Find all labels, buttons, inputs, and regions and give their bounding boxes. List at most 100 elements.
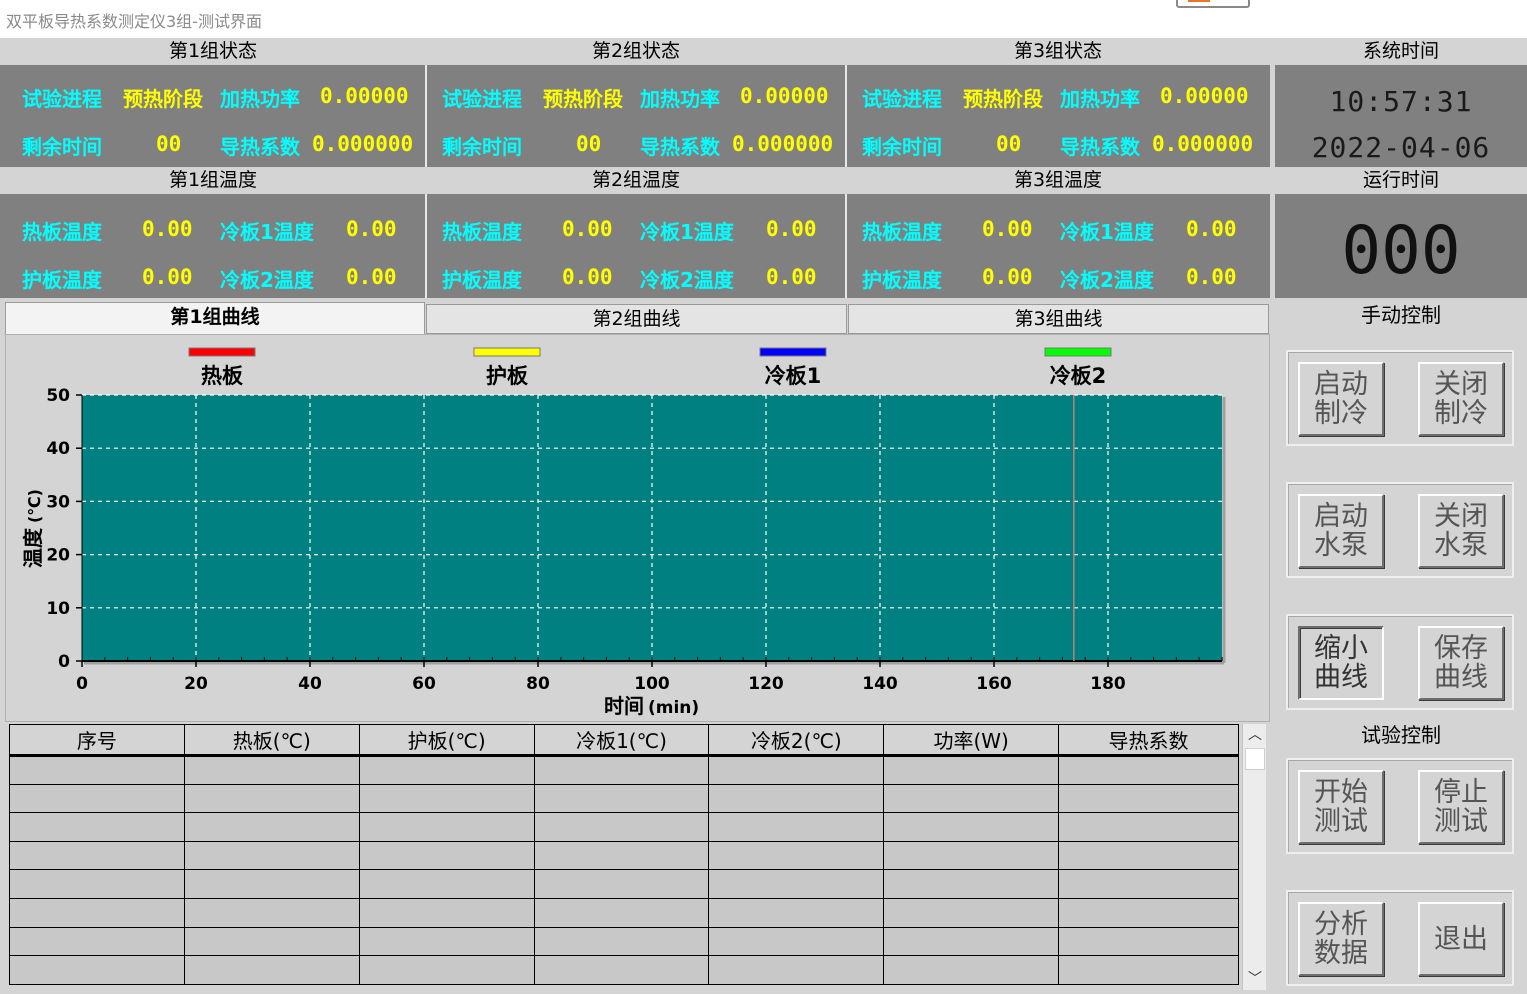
window-control-icon[interactable] [1176, 0, 1250, 8]
table-cell [533, 869, 710, 899]
table-row[interactable] [9, 812, 1239, 842]
column-header: 护板(℃) [358, 724, 535, 757]
table-cell [9, 840, 185, 871]
table-cell [183, 869, 360, 899]
table-cell [183, 897, 360, 928]
scroll-up-icon[interactable]: ︿ [1243, 724, 1267, 746]
test-control-header: 试验控制 [1361, 723, 1441, 747]
column-header: 冷板1(℃) [533, 724, 710, 757]
analyze-data-button[interactable]: 分析数据 [1298, 902, 1384, 976]
group1-status-header: 第1组状态 [0, 38, 426, 65]
x-tick-label: 180 [1090, 674, 1126, 694]
table-cell [708, 869, 885, 899]
start-cooling-button[interactable]: 启动制冷 [1298, 362, 1384, 436]
group3-temp-header: 第3组温度 [846, 167, 1270, 194]
table-cell [708, 955, 885, 985]
column-header: 导热系数 [1058, 724, 1239, 757]
tab-group1-curve[interactable]: 第1组曲线 [5, 302, 425, 334]
table-cell [183, 812, 360, 842]
chart-container: 0 10 20 30 40 50 0 20 40 60 80 100 120 140 160 180 时间 (mi… [5, 334, 1270, 722]
table-cell [9, 926, 185, 957]
g1-power-label: 加热功率 [220, 87, 300, 111]
table-cell [9, 783, 185, 814]
table-cell [708, 926, 885, 957]
table-row[interactable] [9, 926, 1239, 957]
g1-cold1-value: 0.00 [346, 217, 397, 241]
table-cell [358, 783, 535, 814]
run-time-value: 000 [1341, 212, 1461, 289]
g1-cold2-value: 0.00 [346, 265, 397, 289]
table-cell [1058, 840, 1239, 871]
table-row[interactable] [9, 897, 1239, 928]
table-cell [1058, 783, 1239, 814]
table-row[interactable] [9, 955, 1239, 985]
start-pump-button[interactable]: 启动水泵 [1298, 494, 1384, 568]
legend-swatch-3 [759, 347, 827, 357]
tab-group2-curve[interactable]: 第2组曲线 [426, 304, 847, 334]
g1-remaining-value: 00 [156, 132, 182, 156]
group2-status-header: 第2组状态 [426, 38, 846, 65]
pump-control-group: 启动水泵 关闭水泵 [1286, 482, 1514, 578]
y-tick-label: 40 [46, 439, 70, 459]
table-cell [358, 926, 535, 957]
table-cell [358, 812, 535, 842]
x-tick-label: 20 [184, 674, 208, 694]
g3-hot-value: 0.00 [982, 217, 1033, 241]
table-cell [9, 755, 185, 785]
stop-pump-button[interactable]: 关闭水泵 [1418, 494, 1504, 568]
g1-hot-label: 热板温度 [22, 220, 102, 244]
g1-guard-label: 护板温度 [22, 268, 102, 292]
column-header: 冷板2(℃) [708, 724, 885, 757]
g2-remaining-value: 00 [576, 132, 602, 156]
y-tick-label: 0 [58, 652, 70, 672]
save-curve-button[interactable]: 保存曲线 [1418, 626, 1504, 700]
x-axis-unit: (min) [648, 698, 699, 718]
misc-control-group: 分析数据 退出 [1286, 890, 1514, 986]
g2-hot-value: 0.00 [562, 217, 613, 241]
column-header: 序号 [9, 724, 185, 757]
status-panel: 试验进程 预热阶段 加热功率 0.00000 剩余时间 00 导热系数 0.00… [0, 65, 1270, 171]
g3-guard-value: 0.00 [982, 265, 1033, 289]
table-cell [883, 840, 1060, 871]
start-test-button[interactable]: 开始测试 [1298, 770, 1384, 844]
table-scrollbar[interactable]: ︿ ﹀ [1242, 724, 1266, 990]
table-cell [358, 755, 535, 785]
table-cell [9, 897, 185, 928]
y-tick-label: 10 [46, 599, 70, 619]
window-titlebar: 双平板导热系数测定仪3组-测试界面 [0, 0, 1527, 38]
table-row[interactable] [9, 840, 1239, 871]
table-row[interactable] [9, 755, 1239, 785]
table-cell [883, 783, 1060, 814]
table-cell [183, 755, 360, 785]
x-tick-label: 0 [76, 674, 88, 694]
table-cell [1058, 897, 1239, 928]
stop-test-button[interactable]: 停止测试 [1418, 770, 1504, 844]
exit-button[interactable]: 退出 [1418, 902, 1504, 976]
scroll-down-icon[interactable]: ﹀ [1243, 968, 1267, 990]
shrink-curve-button[interactable]: 缩小曲线 [1298, 626, 1384, 700]
g1-remaining-label: 剩余时间 [22, 135, 102, 159]
table-cell [1058, 926, 1239, 957]
x-tick-label: 60 [412, 674, 436, 694]
table-cell [883, 955, 1060, 985]
divider [425, 194, 427, 298]
group2-temp-header: 第2组温度 [426, 167, 846, 194]
manual-control-header: 手动控制 [1361, 303, 1441, 327]
table-row[interactable] [9, 783, 1239, 814]
scroll-thumb[interactable] [1245, 748, 1265, 770]
g1-guard-value: 0.00 [142, 265, 193, 289]
g3-progress-label: 试验进程 [862, 87, 942, 111]
table-cell [708, 755, 885, 785]
table-cell [708, 897, 885, 928]
g1-conductivity-value: 0.000000 [312, 132, 414, 156]
table-cell [708, 812, 885, 842]
table-cell [1058, 755, 1239, 785]
g3-remaining-value: 00 [996, 132, 1022, 156]
table-cell [358, 955, 535, 985]
table-row[interactable] [9, 869, 1239, 899]
g3-cold1-label: 冷板1温度 [1060, 220, 1154, 244]
tab-group3-curve[interactable]: 第3组曲线 [848, 304, 1269, 334]
g3-progress-value: 预热阶段 [963, 87, 1043, 111]
table-cell [9, 955, 185, 985]
stop-cooling-button[interactable]: 关闭制冷 [1418, 362, 1504, 436]
